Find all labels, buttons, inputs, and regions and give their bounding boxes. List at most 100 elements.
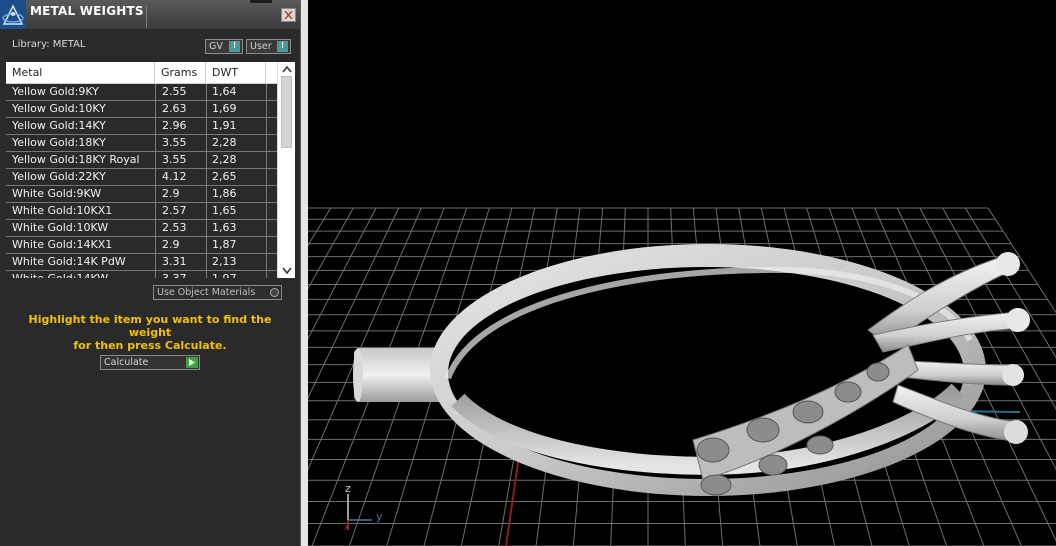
- cell-dwt: 1,86: [212, 187, 237, 200]
- table-row[interactable]: White Gold:14KW 3.37 1,97: [6, 271, 278, 278]
- column-divider: [266, 169, 267, 185]
- column-divider: [206, 203, 207, 219]
- column-divider: [266, 135, 267, 151]
- column-divider: [266, 118, 267, 134]
- table-row[interactable]: Yellow Gold:18KY 3.55 2,28: [6, 135, 278, 152]
- column-divider: [206, 169, 207, 185]
- cell-dwt: 2,28: [212, 136, 237, 149]
- scroll-up-arrow-icon[interactable]: [282, 65, 292, 73]
- title-divider: [146, 6, 147, 28]
- cell-dwt: 1,97: [212, 271, 237, 278]
- cell-metal: Yellow Gold:10KY: [12, 102, 106, 115]
- cell-grams: 2.9: [162, 238, 180, 251]
- cell-grams: 2.96: [162, 119, 187, 132]
- scroll-down-arrow-icon[interactable]: [282, 267, 292, 275]
- 3d-viewport[interactable]: z y x: [308, 0, 1056, 546]
- cell-grams: 2.57: [162, 204, 187, 217]
- cell-metal: Yellow Gold:18KY Royal: [12, 153, 140, 166]
- column-divider: [266, 186, 267, 202]
- panel-splitter[interactable]: [301, 0, 308, 546]
- column-divider: [155, 254, 156, 270]
- user-toggle-label: User: [250, 41, 272, 52]
- table-row[interactable]: White Gold:10KW 2.53 1,63: [6, 220, 278, 237]
- column-header-metal[interactable]: Metal: [6, 62, 155, 83]
- column-divider: [206, 84, 207, 100]
- table-row[interactable]: Yellow Gold:10KY 2.63 1,69: [6, 101, 278, 118]
- cell-dwt: 1,64: [212, 85, 237, 98]
- calculate-label: Calculate: [104, 357, 149, 368]
- calculate-button[interactable]: Calculate: [100, 355, 200, 370]
- column-divider: [206, 186, 207, 202]
- radio-icon[interactable]: [270, 288, 279, 297]
- cell-grams: 2.55: [162, 85, 187, 98]
- cell-dwt: 1,69: [212, 102, 237, 115]
- column-divider: [155, 84, 156, 100]
- column-divider: [155, 203, 156, 219]
- table-scrollbar[interactable]: [277, 62, 295, 278]
- instructions-text: Highlight the item you want to find the …: [8, 313, 292, 352]
- column-divider: [266, 271, 267, 278]
- close-icon: [284, 11, 293, 19]
- cell-metal: White Gold:9KW: [12, 187, 102, 200]
- cell-dwt: 2,13: [212, 255, 237, 268]
- cell-grams: 2.53: [162, 221, 187, 234]
- table-row[interactable]: White Gold:14KX1 2.9 1,87: [6, 237, 278, 254]
- column-header-grams[interactable]: Grams: [155, 62, 206, 83]
- column-divider: [266, 203, 267, 219]
- cell-metal: Yellow Gold:14KY: [12, 119, 106, 132]
- table-row[interactable]: Yellow Gold:9KY 2.55 1,64: [6, 84, 278, 101]
- column-divider: [206, 220, 207, 236]
- table-header: Metal Grams DWT: [6, 62, 278, 84]
- cell-dwt: 2,65: [212, 170, 237, 183]
- gv-toggle-indicator: I: [229, 41, 240, 52]
- cell-grams: 2.63: [162, 102, 187, 115]
- cell-metal: Yellow Gold:18KY: [12, 136, 106, 149]
- user-library-toggle[interactable]: User I: [246, 39, 291, 54]
- column-divider: [155, 152, 156, 168]
- axis-label-x: x: [344, 523, 350, 533]
- cell-metal: Yellow Gold:22KY: [12, 170, 106, 183]
- panel-title: METAL WEIGHTS: [30, 4, 144, 18]
- use-object-materials-option[interactable]: Use Object Materials: [153, 285, 282, 300]
- column-divider: [266, 152, 267, 168]
- axis-label-z: z: [345, 482, 351, 495]
- column-divider: [266, 254, 267, 270]
- use-object-materials-label: Use Object Materials: [157, 287, 256, 298]
- cell-grams: 2.9: [162, 187, 180, 200]
- column-header-dwt[interactable]: DWT: [206, 62, 266, 83]
- column-divider: [155, 118, 156, 134]
- table-row[interactable]: Yellow Gold:14KY 2.96 1,91: [6, 118, 278, 135]
- ring-model[interactable]: [353, 244, 1030, 496]
- cell-metal: White Gold:14KW: [12, 271, 108, 278]
- scroll-thumb[interactable]: [281, 76, 292, 148]
- cell-grams: 3.31: [162, 255, 187, 268]
- library-label: Library: METAL: [12, 39, 86, 50]
- cell-dwt: 1,63: [212, 221, 237, 234]
- column-divider: [155, 237, 156, 253]
- column-divider: [266, 84, 267, 100]
- table-row[interactable]: White Gold:10KX1 2.57 1,65: [6, 203, 278, 220]
- cell-metal: Yellow Gold:9KY: [12, 85, 99, 98]
- column-divider: [206, 271, 207, 278]
- table-row[interactable]: White Gold:9KW 2.9 1,86: [6, 186, 278, 203]
- table-row[interactable]: White Gold:14K PdW 3.31 2,13: [6, 254, 278, 271]
- title-bar[interactable]: METAL WEIGHTS: [0, 0, 300, 29]
- column-divider: [206, 135, 207, 151]
- metal-weights-table: Metal Grams DWT Yellow Gold:9KY 2.55 1,64 Y…: [6, 62, 295, 278]
- cell-dwt: 1,65: [212, 204, 237, 217]
- play-arrow-icon: [186, 357, 198, 368]
- close-button[interactable]: [281, 8, 296, 22]
- cell-grams: 4.12: [162, 170, 187, 183]
- column-divider: [206, 118, 207, 134]
- gv-library-toggle[interactable]: GV I: [205, 39, 243, 54]
- table-row[interactable]: Yellow Gold:22KY 4.12 2,65: [6, 169, 278, 186]
- column-divider: [155, 186, 156, 202]
- table-row[interactable]: Yellow Gold:18KY Royal 3.55 2,28: [6, 152, 278, 169]
- cell-metal: White Gold:10KX1: [12, 204, 113, 217]
- metal-weights-panel: METAL WEIGHTS Library: METAL GV I User I…: [0, 0, 301, 546]
- column-divider: [206, 152, 207, 168]
- cell-dwt: 1,91: [212, 119, 237, 132]
- cell-metal: White Gold:10KW: [12, 221, 109, 234]
- table-body: Yellow Gold:9KY 2.55 1,64 Yellow Gold:10KY 2…: [6, 84, 278, 278]
- cell-grams: 3.55: [162, 136, 187, 149]
